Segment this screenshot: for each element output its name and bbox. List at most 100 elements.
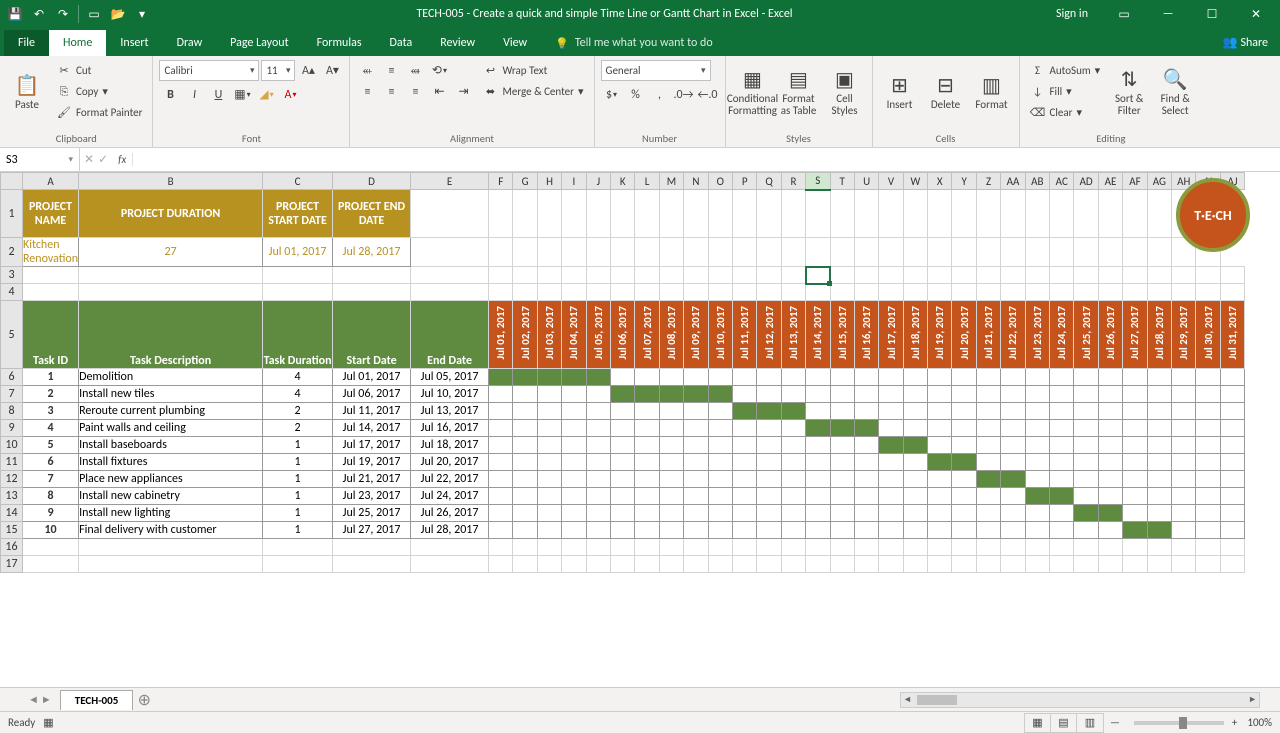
cell[interactable] <box>1147 437 1171 454</box>
cell[interactable] <box>1050 539 1074 556</box>
cell[interactable] <box>1025 190 1049 238</box>
cell[interactable]: Jul 12, 2017 <box>757 301 781 369</box>
underline-button[interactable]: U <box>207 84 229 105</box>
cell[interactable] <box>903 238 927 267</box>
cell[interactable]: Install fixtures <box>79 454 263 471</box>
column-header[interactable]: Q <box>757 173 781 190</box>
cell[interactable] <box>1074 488 1098 505</box>
cell[interactable]: Jul 17, 2017 <box>879 301 903 369</box>
cell[interactable] <box>928 284 952 301</box>
sort-filter-button[interactable]: ⇅Sort & Filter <box>1108 60 1150 126</box>
cell[interactable] <box>708 267 732 284</box>
column-header[interactable]: L <box>635 173 659 190</box>
cell[interactable] <box>1025 369 1049 386</box>
cell[interactable] <box>586 420 610 437</box>
cell[interactable]: Jul 01, 2017 <box>263 238 333 267</box>
cell[interactable] <box>854 488 878 505</box>
zoom-level[interactable]: 100% <box>1247 716 1272 729</box>
cell[interactable] <box>513 488 537 505</box>
cell[interactable] <box>806 505 830 522</box>
cell[interactable] <box>879 505 903 522</box>
row-header[interactable]: 13 <box>1 488 23 505</box>
row-header[interactable]: 5 <box>1 301 23 369</box>
name-box[interactable]: S3 <box>0 148 80 171</box>
cell[interactable] <box>952 420 976 437</box>
cell[interactable] <box>1050 267 1074 284</box>
cell[interactable] <box>537 420 561 437</box>
find-select-button[interactable]: 🔍Find & Select <box>1154 60 1196 126</box>
cell[interactable] <box>976 539 1000 556</box>
cell[interactable] <box>806 190 830 238</box>
select-all-button[interactable] <box>1 173 23 190</box>
cell[interactable] <box>1196 267 1220 284</box>
cell[interactable] <box>952 238 976 267</box>
cell[interactable] <box>1220 471 1244 488</box>
cell[interactable] <box>928 471 952 488</box>
cell[interactable] <box>1001 522 1025 539</box>
cell[interactable] <box>411 284 489 301</box>
cell[interactable] <box>1220 488 1244 505</box>
wrap-text-button[interactable]: ↩Wrap Text <box>478 60 587 81</box>
cell[interactable] <box>952 505 976 522</box>
orientation-button[interactable]: ⟲ <box>428 60 450 81</box>
cell[interactable] <box>411 267 489 284</box>
cell[interactable]: Kitchen Renovation <box>23 238 79 267</box>
cell[interactable]: 1 <box>263 437 333 454</box>
cell[interactable] <box>806 284 830 301</box>
row-header[interactable]: 3 <box>1 267 23 284</box>
column-header[interactable]: Y <box>952 173 976 190</box>
cell[interactable] <box>1074 454 1098 471</box>
cell[interactable] <box>1074 556 1098 573</box>
column-header[interactable]: F <box>489 173 513 190</box>
font-size-combo[interactable]: 11 <box>261 60 295 81</box>
cell[interactable] <box>781 284 805 301</box>
cell[interactable] <box>806 238 830 267</box>
cell[interactable] <box>879 190 903 238</box>
cell[interactable]: Install new tiles <box>79 386 263 403</box>
cell[interactable] <box>611 420 635 437</box>
cell[interactable] <box>611 522 635 539</box>
cell[interactable] <box>952 437 976 454</box>
cell[interactable] <box>79 284 263 301</box>
cell[interactable] <box>806 267 830 284</box>
cell[interactable] <box>928 420 952 437</box>
border-button[interactable]: ▦ <box>231 84 253 105</box>
cell[interactable] <box>952 522 976 539</box>
cell[interactable]: 27 <box>79 238 263 267</box>
cell[interactable] <box>489 522 513 539</box>
cell[interactable] <box>976 267 1000 284</box>
cell[interactable] <box>1050 190 1074 238</box>
cell[interactable]: 4 <box>23 420 79 437</box>
cell[interactable]: Jul 31, 2017 <box>1220 301 1244 369</box>
cell[interactable]: Task Description <box>79 301 263 369</box>
cell[interactable] <box>1025 420 1049 437</box>
redo-button[interactable]: ↷ <box>52 3 74 25</box>
cell[interactable]: Demolition <box>79 369 263 386</box>
cell[interactable]: 4 <box>263 369 333 386</box>
cell[interactable] <box>537 522 561 539</box>
column-header[interactable]: N <box>684 173 708 190</box>
row-header[interactable]: 16 <box>1 539 23 556</box>
cell[interactable]: End Date <box>411 301 489 369</box>
cell[interactable] <box>708 522 732 539</box>
cell[interactable]: Jul 19, 2017 <box>333 454 411 471</box>
cell[interactable] <box>611 267 635 284</box>
cell[interactable] <box>1123 267 1147 284</box>
cell[interactable] <box>1220 369 1244 386</box>
cell[interactable] <box>952 454 976 471</box>
cell[interactable] <box>263 267 333 284</box>
cell[interactable] <box>708 369 732 386</box>
cell[interactable] <box>928 386 952 403</box>
cell[interactable]: Jul 01, 2017 <box>333 369 411 386</box>
cell[interactable] <box>562 420 586 437</box>
row-header[interactable]: 10 <box>1 437 23 454</box>
cell[interactable] <box>928 190 952 238</box>
column-header[interactable]: R <box>781 173 805 190</box>
cell[interactable] <box>1001 284 1025 301</box>
cell[interactable] <box>903 539 927 556</box>
tab-draw[interactable]: Draw <box>163 30 217 56</box>
column-header[interactable]: G <box>513 173 537 190</box>
cell[interactable]: Jul 11, 2017 <box>333 403 411 420</box>
cell[interactable] <box>1001 454 1025 471</box>
cell[interactable] <box>952 386 976 403</box>
